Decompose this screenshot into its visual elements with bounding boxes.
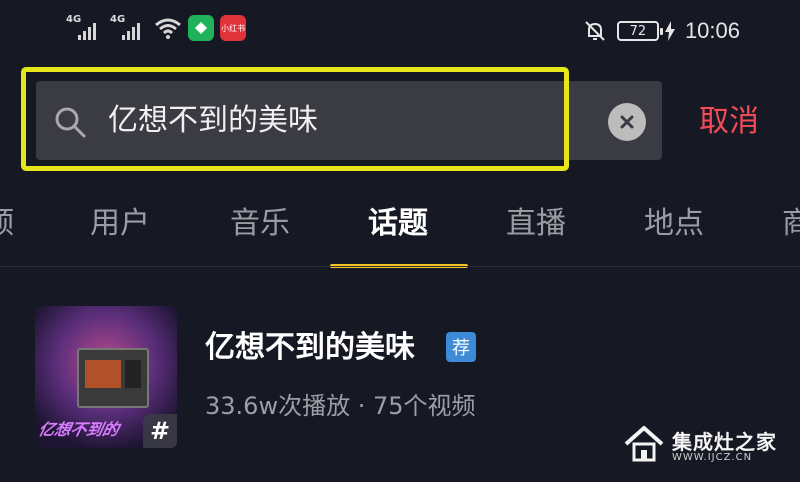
topic-thumbnail[interactable]: 亿想不到的 #	[35, 306, 177, 448]
clock: 10:06	[684, 18, 740, 43]
app-badge-green-icon	[188, 15, 214, 41]
status-right: 72 10:06	[583, 18, 740, 44]
signal-1-icon: 4G	[66, 14, 104, 42]
search-tabs: 颈 用户 音乐 话题 直播 地点 商	[0, 188, 800, 268]
status-bar: 4G 4G 小红书 72 10:06	[0, 0, 800, 62]
thumbnail-caption: 亿想不到的	[36, 420, 121, 439]
watermark-name: 集成灶之家	[672, 430, 777, 454]
recommended-badge: 荐	[446, 332, 476, 362]
tab-places[interactable]: 地点	[644, 204, 704, 244]
tab-music[interactable]: 音乐	[230, 204, 290, 244]
battery-indicator: 72	[616, 21, 663, 41]
divider	[0, 266, 800, 267]
tab-users[interactable]: 用户	[90, 204, 150, 244]
tab-live[interactable]: 直播	[506, 204, 566, 244]
clear-icon	[620, 115, 634, 129]
home-logo-icon	[624, 426, 664, 462]
tab-topics[interactable]: 话题	[368, 204, 428, 244]
status-left: 4G 4G 小红书	[66, 14, 246, 42]
watermark: 集成灶之家 WWW.IJCZ.CN	[622, 420, 792, 476]
tab-products[interactable]: 商	[782, 204, 800, 244]
signal-2-icon: 4G	[110, 14, 148, 42]
charging-icon	[664, 21, 675, 41]
tab-video[interactable]: 颈	[0, 204, 14, 244]
hashtag-icon: #	[143, 414, 177, 448]
clear-search-button[interactable]	[608, 103, 646, 141]
watermark-url: WWW.IJCZ.CN	[672, 452, 753, 463]
xiaohongshu-badge: 小红书	[220, 15, 246, 41]
bell-off-icon	[585, 21, 605, 41]
oven-image	[77, 348, 149, 408]
topic-stats: 33.6w次播放 · 75个视频	[205, 392, 476, 420]
wifi-icon	[155, 18, 181, 39]
topic-title[interactable]: 亿想不到的美味	[205, 328, 415, 368]
search-highlight-outline	[21, 67, 569, 171]
cancel-button[interactable]: 取消	[699, 102, 759, 142]
